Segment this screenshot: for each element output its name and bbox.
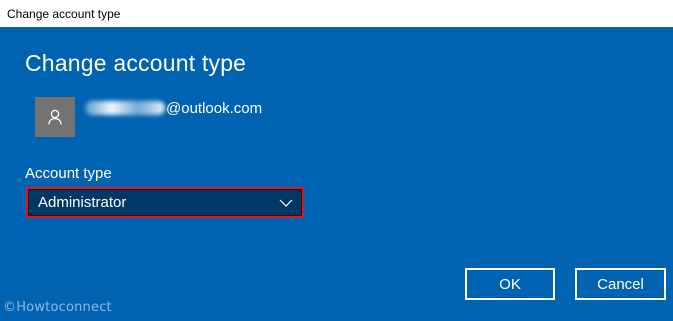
window-titlebar: Change account type bbox=[0, 0, 673, 27]
account-type-label: Account type bbox=[25, 165, 112, 182]
account-email: @outlook.com bbox=[85, 97, 262, 119]
user-avatar bbox=[35, 97, 75, 137]
watermark: ©Howtoconnect bbox=[3, 300, 112, 315]
copyright-symbol: © bbox=[3, 300, 17, 315]
email-domain: @outlook.com bbox=[166, 99, 263, 117]
redacted-username bbox=[85, 101, 165, 115]
person-icon bbox=[48, 109, 62, 125]
chevron-down-icon bbox=[279, 198, 293, 208]
ok-button[interactable]: OK bbox=[465, 268, 555, 300]
account-type-selected-value: Administrator bbox=[38, 194, 127, 211]
window-title: Change account type bbox=[7, 6, 121, 21]
watermark-text: Howtoconnect bbox=[16, 300, 112, 315]
change-account-type-dialog: Change account type @outlook.com Account… bbox=[0, 27, 673, 321]
dialog-heading: Change account type bbox=[25, 50, 247, 76]
account-type-dropdown[interactable]: Administrator bbox=[26, 187, 304, 218]
cancel-button[interactable]: Cancel bbox=[575, 268, 666, 300]
